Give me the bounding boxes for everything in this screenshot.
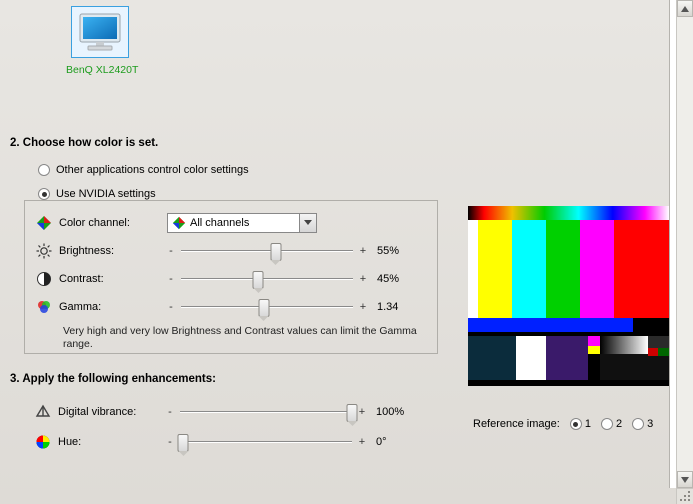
reference-image-label: Reference image: — [473, 418, 560, 430]
reference-image-row: Reference image: 1 2 3 — [473, 418, 653, 430]
brightness-label: Brightness: — [59, 245, 167, 257]
minus-icon: - — [167, 245, 175, 257]
vibrance-label: Digital vibrance: — [58, 406, 166, 418]
vibrance-icon — [34, 403, 52, 421]
minus-icon: - — [166, 436, 174, 448]
color-channel-icon — [35, 214, 53, 232]
minus-icon: - — [167, 273, 175, 285]
gamma-hint: Very high and very low Brightness and Co… — [63, 325, 427, 351]
gamma-value: 1.34 — [377, 301, 417, 313]
hue-value: 0° — [376, 436, 416, 448]
gamma-label: Gamma: — [59, 301, 167, 313]
minus-icon: - — [167, 301, 175, 313]
color-channel-label: Color channel: — [59, 217, 167, 229]
radio-other-apps[interactable]: Other applications control color setting… — [38, 164, 249, 176]
brightness-slider[interactable] — [181, 242, 353, 260]
contrast-slider[interactable] — [181, 270, 353, 288]
section-2-heading: 2. Choose how color is set. — [10, 137, 158, 149]
monitor-thumbnail[interactable]: BenQ XL2420T — [66, 6, 134, 76]
plus-icon: + — [359, 301, 367, 313]
contrast-value: 45% — [377, 273, 417, 285]
plus-icon: + — [359, 245, 367, 257]
radio-nvidia-settings[interactable]: Use NVIDIA settings — [38, 188, 156, 200]
radio-label: Use NVIDIA settings — [56, 188, 156, 200]
reference-opt-3[interactable]: 3 — [632, 418, 653, 430]
color-channel-dd-icon — [172, 216, 186, 230]
radio-icon — [38, 164, 50, 176]
chevron-down-icon — [299, 214, 316, 232]
color-settings-panel: Color channel: All channels Brightness: … — [24, 200, 438, 354]
radio-label: Other applications control color setting… — [56, 164, 249, 176]
plus-icon: + — [358, 406, 366, 418]
monitor-label: BenQ XL2420T — [66, 64, 134, 76]
plus-icon: + — [358, 436, 366, 448]
resize-grip[interactable] — [676, 488, 693, 504]
dropdown-value: All channels — [190, 217, 249, 229]
gamma-icon — [35, 298, 53, 316]
reference-opt-2[interactable]: 2 — [601, 418, 622, 430]
panel-edge — [669, 0, 676, 488]
color-channel-dropdown[interactable]: All channels — [167, 213, 317, 233]
hue-slider[interactable] — [180, 433, 352, 451]
radio-icon — [570, 418, 582, 430]
minus-icon: - — [166, 406, 174, 418]
scroll-up-button[interactable] — [677, 0, 693, 17]
radio-icon — [601, 418, 613, 430]
hue-icon — [34, 433, 52, 451]
contrast-label: Contrast: — [59, 273, 167, 285]
reference-preview — [468, 206, 669, 386]
brightness-value: 55% — [377, 245, 417, 257]
plus-icon: + — [359, 273, 367, 285]
reference-opt-1[interactable]: 1 — [570, 418, 591, 430]
vibrance-value: 100% — [376, 406, 416, 418]
radio-icon — [38, 188, 50, 200]
scroll-down-button[interactable] — [677, 471, 693, 488]
monitor-icon — [71, 6, 129, 58]
brightness-icon — [35, 242, 53, 260]
hue-label: Hue: — [58, 436, 166, 448]
section-3-heading: 3. Apply the following enhancements: — [10, 373, 216, 385]
vertical-scrollbar[interactable] — [676, 0, 693, 488]
gamma-slider[interactable] — [181, 298, 353, 316]
radio-icon — [632, 418, 644, 430]
vibrance-slider[interactable] — [180, 403, 352, 421]
contrast-icon — [35, 270, 53, 288]
